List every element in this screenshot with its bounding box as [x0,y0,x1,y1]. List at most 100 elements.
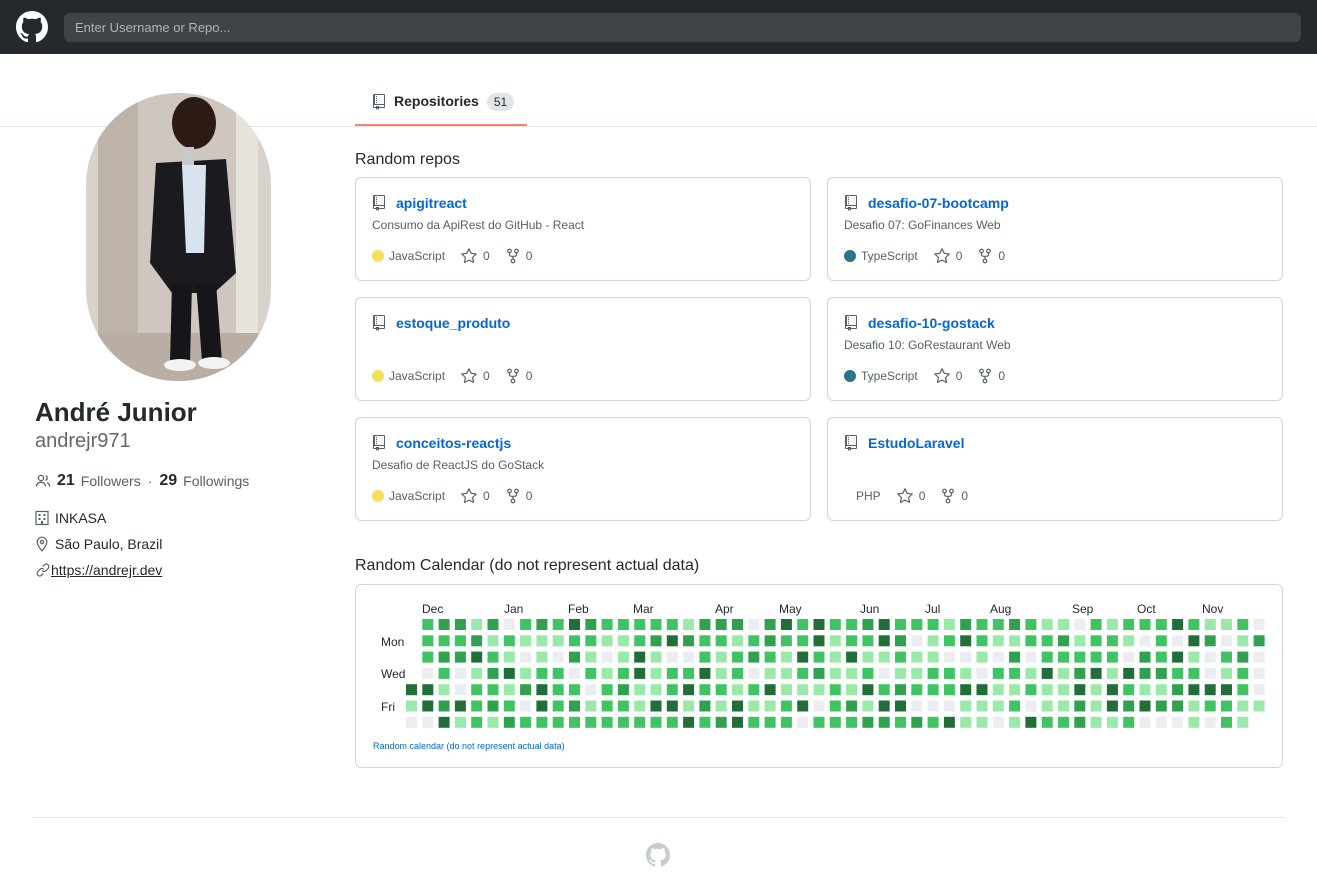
calendar-day-cell [797,667,809,679]
calendar-day-cell [927,651,939,663]
calendar-day-cell [846,716,858,728]
repo-name-link[interactable]: desafio-07-bootcamp [868,195,1009,211]
calendar-day-cell [1188,651,1200,663]
fork-icon [506,368,519,384]
calendar-day-cell [1155,684,1167,696]
repo-icon [845,315,857,331]
calendar-day-cell [666,667,678,679]
calendar-day-cell [829,684,841,696]
website-link[interactable]: https://andrejr.dev [51,562,162,578]
month-label: Aug [990,602,1011,616]
repo-card[interactable]: estoque_produto JavaScript 0 0 [355,297,811,401]
calendar-day-cell [1090,651,1102,663]
calendar-day-cell [1090,667,1102,679]
github-logo-icon[interactable] [16,11,48,43]
calendar-day-cell [1106,619,1118,630]
repo-stars-count: 0 [483,249,490,263]
website-row: https://andrejr.dev [35,561,162,579]
calendar-day-cell [487,619,499,630]
calendar-day-cell [895,651,906,663]
calendar-day-cell [666,716,678,728]
calendar-day-cell [536,684,548,696]
repo-forks-count: 0 [525,369,533,383]
repo-name-link[interactable]: conceitos-reactjs [396,435,511,451]
repo-language: JavaScript [389,489,446,503]
calendar-day-cell [813,716,825,728]
calendar-day-cell [1090,716,1102,728]
calendar-day-cell [1155,619,1167,630]
calendar-day-cell [1090,700,1102,712]
calendar-day-cell [585,684,597,696]
repo-card[interactable]: desafio-07-bootcamp Desafio 07: GoFinance… [827,177,1283,281]
repo-name-link[interactable]: estoque_produto [396,315,510,331]
repo-meta: TypeScript 0 0 [844,248,1021,264]
calendar-day-cell [1155,635,1167,647]
tab-repositories[interactable]: Repositories 51 [355,84,527,126]
calendar-day-cell [862,667,874,679]
fork-icon [506,488,519,504]
calendar-day-cell [520,684,532,696]
following-count[interactable]: 29 [159,472,177,490]
repo-card[interactable]: desafio-10-gostack Desafio 10: GoRestaura… [827,297,1283,401]
calendar-day-cell [487,684,499,696]
calendar-day-cell [764,651,776,663]
calendar-day-cell [503,716,515,728]
repo-card[interactable]: EstudoLaravel PHP 0 0 [827,417,1283,521]
weekday-label: Mon [381,635,404,649]
calendar-day-cell [503,619,515,630]
calendar-day-cell [927,619,939,630]
calendar-day-cell [601,667,613,679]
calendar-day-cell [1188,619,1200,630]
calendar-day-cell [536,635,548,647]
calendar-day-cell [1041,700,1053,712]
calendar-day-cell [748,716,760,728]
repo-icon [373,435,385,451]
calendar-day-cell [715,635,727,647]
calendar-day-cell [715,619,727,630]
repo-name-link[interactable]: desafio-10-gostack [868,315,995,331]
calendar-day-cell [846,619,858,630]
followers-count[interactable]: 21 [57,472,75,490]
calendar-day-cell [1155,651,1167,663]
repo-name-link[interactable]: apigitreact [396,195,467,211]
calendar-day-cell [829,716,841,728]
calendar-day-cell [1204,635,1216,647]
month-label: Jun [860,602,879,616]
footer-github-logo-icon[interactable] [646,843,670,867]
repo-card[interactable]: apigitreact Consumo da ApiRest do GitHub … [355,177,811,281]
repo-icon [845,435,857,451]
repo-description: Desafio 10: GoRestaurant Web [844,338,1011,352]
calendar-day-cell [797,684,809,696]
followers-label[interactable]: Followers [81,473,141,489]
calendar-day-cell [650,700,662,712]
calendar-note[interactable]: Random calendar (do not represent actual… [373,741,565,751]
search-input[interactable] [64,13,1301,42]
calendar-day-cell [585,700,597,712]
star-icon [933,368,950,383]
tab-repositories-label[interactable]: Repositories [394,93,479,109]
calendar-day-cell [1025,651,1037,663]
calendar-day-cell [732,667,743,679]
repositories-count-badge: 51 [486,93,515,111]
calendar-day-cell [683,651,695,663]
repo-name-link[interactable]: EstudoLaravel [868,435,964,451]
calendar-day-cell [471,700,483,712]
star-icon [933,248,950,263]
calendar-day-cell [471,619,483,630]
calendar-day-cell [895,619,906,630]
calendar-day-cell [454,619,466,630]
calendar-day-cell [1074,619,1086,630]
calendar-day-cell [862,716,874,728]
calendar-day-cell [585,667,597,679]
calendar-day-cell [1009,716,1021,728]
calendar-day-cell [1155,716,1167,728]
month-label: Mar [633,602,654,616]
separator-dot: · [147,473,153,489]
calendar-day-cell [1074,716,1086,728]
repo-stars-count: 0 [483,489,490,503]
calendar-day-cell [829,619,841,630]
calendar-day-cell [976,716,988,728]
repo-card[interactable]: conceitos-reactjs Desafio de ReactJS do G… [355,417,811,521]
following-label[interactable]: Followings [183,473,249,489]
calendar-day-cell [1253,700,1265,712]
